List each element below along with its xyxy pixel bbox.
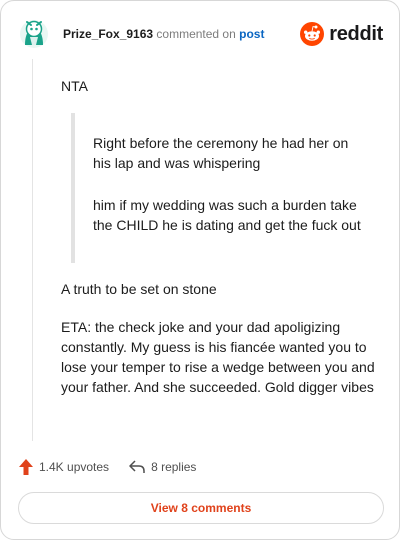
blockquote: Right before the ceremony he had her on … (71, 113, 371, 263)
reddit-logo[interactable]: reddit (300, 21, 383, 47)
comment-paragraph: ETA: the check joke and your dad apoligi… (61, 319, 375, 395)
quote-paragraph: Right before the ceremony he had her on … (93, 135, 349, 171)
brand-wordmark: reddit (329, 22, 383, 45)
upvote-count: 1.4K upvotes (39, 460, 110, 474)
reddit-logo-icon (300, 22, 325, 46)
comment-card: Prize_Fox_9163 commented on post reddit … (0, 0, 400, 540)
upvote-arrow-icon (19, 459, 33, 475)
post-link[interactable]: post (239, 27, 264, 41)
comment-meta: Prize_Fox_9163 commented on post (63, 27, 264, 41)
reply-count: 8 replies (151, 460, 197, 474)
comment-actions: 1.4K upvotes 8 replies (19, 457, 216, 477)
avatar-icon[interactable] (19, 17, 49, 51)
reply-arrow-icon (129, 460, 145, 473)
comment-header: Prize_Fox_9163 commented on post reddit (19, 17, 383, 51)
verdict-text: NTA (61, 78, 88, 94)
thread-line[interactable] (32, 59, 33, 441)
quote-paragraph: him if my wedding was such a burden take… (93, 197, 361, 233)
replies-button[interactable]: 8 replies (129, 460, 196, 474)
comment-paragraph: A truth to be set on stone (61, 281, 217, 297)
upvote-button[interactable]: 1.4K upvotes (19, 459, 109, 475)
username-link[interactable]: Prize_Fox_9163 (63, 27, 153, 41)
view-comments-button[interactable]: View 8 comments (18, 492, 384, 524)
action-text: commented on (156, 27, 236, 41)
